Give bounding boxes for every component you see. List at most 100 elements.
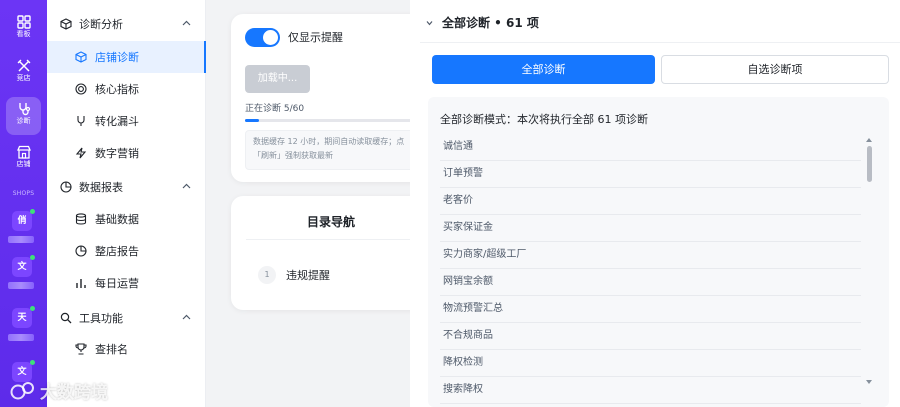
online-dot bbox=[30, 255, 35, 260]
rail-item-store[interactable]: 店铺 bbox=[6, 140, 41, 178]
menu-item-rank-check[interactable]: 查排名 bbox=[47, 333, 206, 365]
menu-item-label: 转化漏斗 bbox=[95, 115, 139, 128]
menu-group-label: 数据报表 bbox=[79, 181, 123, 194]
panel-title: 全部诊断 • 61 项 bbox=[442, 16, 539, 30]
toggle-knob bbox=[263, 30, 278, 45]
scrollbar-thumb[interactable] bbox=[867, 146, 872, 182]
app-rail: 看板 竞店 诊断 店铺 SHOPS 俏 文 天 文 bbox=[0, 0, 47, 407]
rival-icon bbox=[17, 59, 30, 72]
database-icon bbox=[74, 213, 87, 226]
shop-avatar[interactable]: 天 bbox=[12, 306, 35, 328]
menu-group-diagnose[interactable]: 诊断分析 bbox=[47, 9, 206, 39]
menu-item-digital-marketing[interactable]: 数字营销 bbox=[47, 137, 206, 169]
chevron-up-icon bbox=[182, 314, 191, 320]
menu-item-label: 每日运营 bbox=[95, 277, 139, 290]
menu-group-reports[interactable]: 数据报表 bbox=[47, 172, 206, 202]
menu-item-label: 查排名 bbox=[95, 343, 128, 356]
diagnosis-list[interactable]: 诚信通 订单预警 老客价 买家保证金 实力商家/超级工厂 网销宝余额 物流预警汇… bbox=[440, 134, 861, 407]
store-icon bbox=[16, 145, 31, 159]
menu-item-label: 数字营销 bbox=[95, 147, 139, 160]
menu-item-store-report[interactable]: 整店报告 bbox=[47, 235, 206, 267]
list-item: 不合规商品 bbox=[440, 323, 861, 350]
scroll-down-arrow-icon[interactable] bbox=[865, 379, 873, 385]
diagnosis-control-card: 仅显示提醒 加载中... 正在诊断 5/60 数据缓存 12 小时，期间自动读取… bbox=[231, 14, 431, 182]
list-item: 降权检测 bbox=[440, 350, 861, 377]
toc-title: 目录导航 bbox=[306, 215, 355, 229]
online-dot bbox=[30, 306, 35, 311]
panel-header[interactable]: 全部诊断 • 61 项 bbox=[426, 14, 539, 31]
watermark-logo-icon bbox=[10, 381, 34, 399]
list-item: 网销宝余额 bbox=[440, 269, 861, 296]
cube-icon bbox=[59, 18, 72, 31]
list-item: 搜索降权 bbox=[440, 377, 861, 404]
rail-item-rival[interactable]: 竞店 bbox=[6, 54, 41, 92]
rail-label: 竞店 bbox=[16, 74, 31, 82]
menu-item-funnel[interactable]: 转化漏斗 bbox=[47, 105, 206, 137]
shop-name-blurred bbox=[8, 236, 34, 243]
shop-avatar[interactable]: 文 bbox=[12, 255, 35, 277]
toc-card: 目录导航 1 违规提醒 bbox=[231, 196, 431, 310]
diagnosis-panel: 全部诊断 • 61 项 全部诊断 自选诊断项 全部诊断模式：本次将执行全部 61… bbox=[410, 0, 900, 407]
fork-icon bbox=[74, 115, 87, 128]
menu-group-tools[interactable]: 工具功能 bbox=[47, 303, 206, 333]
menu-item-basic-data[interactable]: 基础数据 bbox=[47, 203, 206, 235]
menu-item-label: 基础数据 bbox=[95, 213, 139, 226]
scroll-up-arrow-icon[interactable] bbox=[865, 137, 873, 143]
watermark: 大数跨境 bbox=[10, 378, 108, 403]
online-dot bbox=[30, 360, 35, 365]
lightning-icon bbox=[74, 147, 87, 160]
pie-chart-icon bbox=[59, 181, 72, 194]
toggle-label: 仅显示提醒 bbox=[288, 31, 343, 44]
progress-bar bbox=[245, 119, 419, 122]
target-icon bbox=[74, 83, 87, 96]
menu-group-label: 诊断分析 bbox=[79, 18, 123, 31]
pie-chart-icon bbox=[74, 245, 87, 258]
list-item: 买家保证金 bbox=[440, 215, 861, 242]
menu-item-store-diagnosis[interactable]: 店铺诊断 bbox=[47, 41, 206, 73]
menu-group-label: 工具功能 bbox=[79, 312, 123, 325]
shop-initial: 文 bbox=[17, 262, 27, 272]
shop-initial: 文 bbox=[17, 367, 27, 377]
tab-all-diagnosis[interactable]: 全部诊断 bbox=[432, 55, 655, 84]
dashboard-icon bbox=[16, 15, 31, 29]
toc-item[interactable]: 1 违规提醒 bbox=[258, 266, 330, 284]
rail-label: 店铺 bbox=[16, 160, 31, 168]
divider bbox=[420, 42, 900, 43]
online-dot bbox=[30, 209, 35, 214]
list-item: 老客价 bbox=[440, 188, 861, 215]
shop-avatar[interactable]: 俏 bbox=[12, 209, 35, 231]
rail-label: 诊断 bbox=[16, 117, 31, 125]
progress-text: 正在诊断 5/60 bbox=[245, 104, 305, 114]
tab-custom-diagnosis[interactable]: 自选诊断项 bbox=[661, 55, 889, 84]
rail-item-dashboard[interactable]: 看板 bbox=[6, 10, 41, 48]
menu-item-daily-ops[interactable]: 每日运营 bbox=[47, 267, 206, 299]
progress-fill bbox=[245, 119, 260, 122]
side-menu: 诊断分析 店铺诊断 核心指标 转化漏斗 数字营销 数据报表 基础数据 整店报告 … bbox=[47, 0, 206, 407]
list-item: 物流预警汇总 bbox=[440, 296, 861, 323]
shop-name-blurred bbox=[8, 334, 34, 341]
chevron-down-icon bbox=[426, 20, 433, 25]
diagnosis-list-box: 全部诊断模式：本次将执行全部 61 项诊断 诚信通 订单预警 老客价 买家保证金… bbox=[428, 97, 889, 407]
mode-description: 全部诊断模式：本次将执行全部 61 项诊断 bbox=[440, 113, 648, 126]
menu-item-label: 店铺诊断 bbox=[95, 51, 139, 64]
shop-initial: 天 bbox=[17, 313, 27, 323]
menu-item-label: 核心指标 bbox=[95, 83, 139, 96]
cube-icon bbox=[74, 51, 87, 64]
chevron-up-icon bbox=[182, 183, 191, 189]
menu-item-core-metrics[interactable]: 核心指标 bbox=[47, 73, 206, 105]
bar-chart-icon bbox=[74, 277, 87, 290]
divider bbox=[246, 239, 416, 240]
trophy-icon bbox=[74, 343, 87, 356]
loading-button[interactable]: 加载中... bbox=[245, 65, 310, 93]
shops-label: SHOPS bbox=[12, 190, 35, 197]
rail-item-diagnose[interactable]: 诊断 bbox=[6, 97, 41, 135]
rail-label: 看板 bbox=[16, 30, 31, 38]
chevron-up-icon bbox=[182, 20, 191, 26]
shop-initial: 俏 bbox=[17, 216, 27, 226]
cache-hint: 数据缓存 12 小时，期间自动读取缓存；点「刷新」强制获取最新 bbox=[245, 130, 419, 170]
watermark-text: 大数跨境 bbox=[40, 383, 108, 403]
menu-item-label: 整店报告 bbox=[95, 245, 139, 258]
list-item: 订单预警 bbox=[440, 161, 861, 188]
reminder-only-toggle[interactable] bbox=[245, 28, 280, 47]
stethoscope-icon bbox=[18, 103, 30, 116]
